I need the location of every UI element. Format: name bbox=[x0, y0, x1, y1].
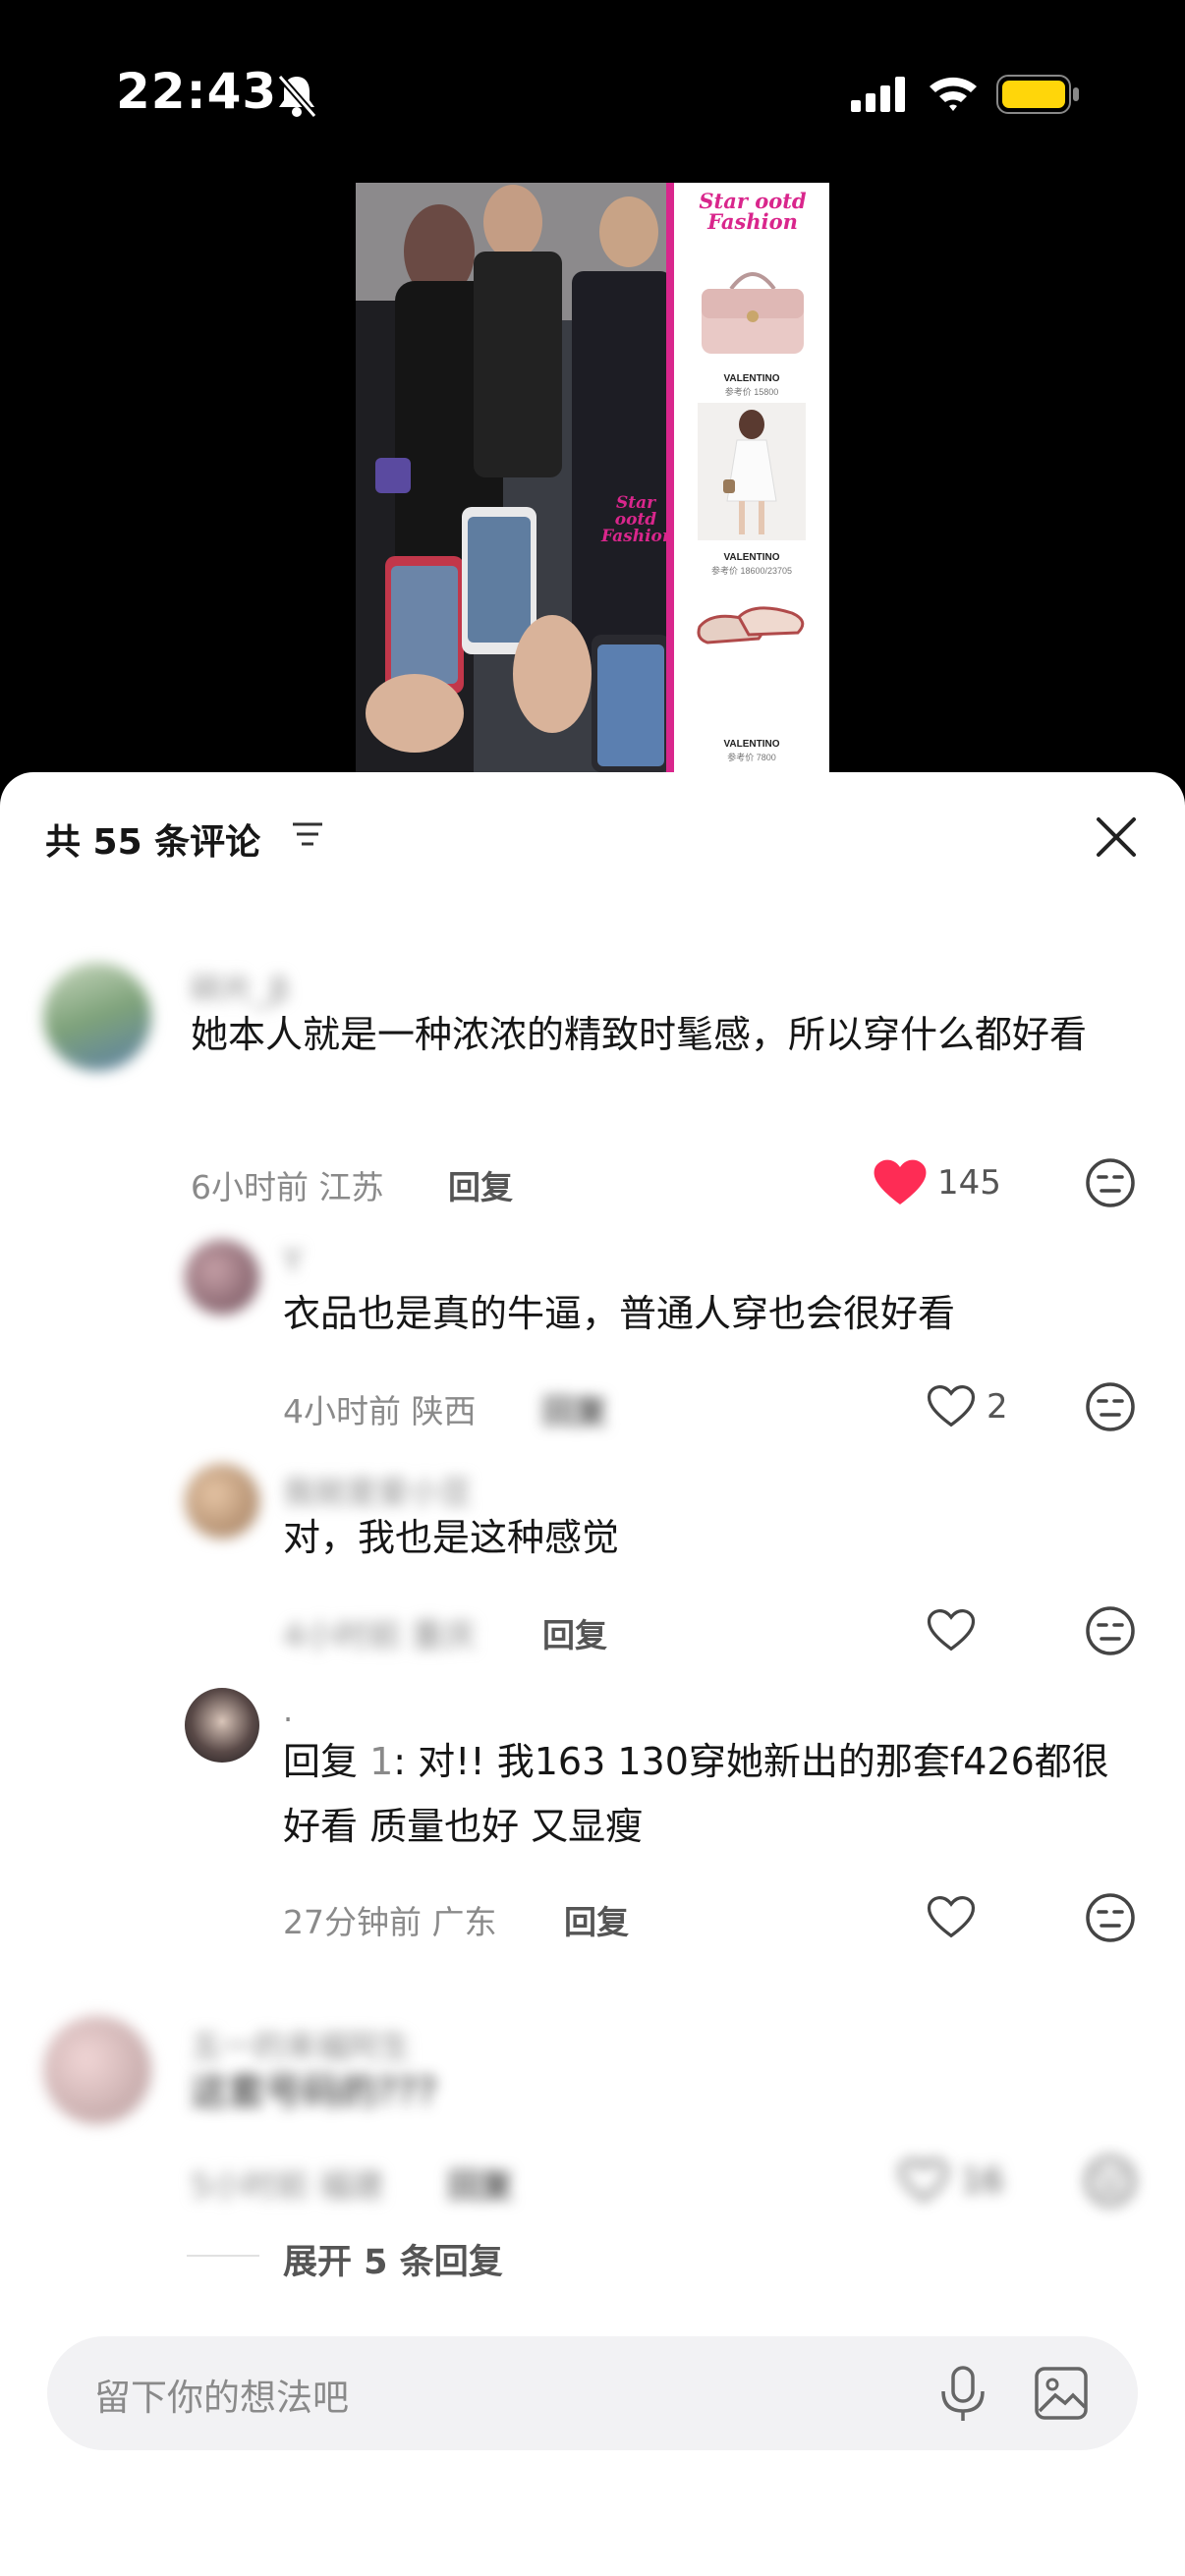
comments-count-title: 共 55 条评论 bbox=[45, 822, 261, 863]
close-icon[interactable] bbox=[1091, 812, 1142, 863]
brand-watermark-photo: Star ootd Fashion bbox=[601, 493, 675, 546]
product-label: VALENTINO bbox=[723, 552, 780, 563]
comment-time: 6小时前 江苏 bbox=[191, 1161, 384, 1208]
product-label: VALENTINO bbox=[723, 373, 780, 384]
comment-time-value: 4小时前 bbox=[283, 1392, 401, 1430]
reply-prefix: 回复 bbox=[283, 1740, 359, 1783]
expand-replies-button[interactable]: 展开 5 条回复 bbox=[283, 2234, 503, 2284]
comment-text[interactable]: 她本人就是一种浓浓的精致时髦感，所以穿什么都好看 bbox=[191, 1002, 1144, 1067]
reply-body: : 对!! 我163 130穿她新出的那套f426都很好看 质量也好 又显瘦 bbox=[283, 1740, 1109, 1848]
heart-outline-icon[interactable] bbox=[926, 1894, 977, 1939]
video-player[interactable]: Star ootd Fashion Star ootd Fashion VALE… bbox=[356, 183, 829, 772]
product-price: 参考价 7800 bbox=[727, 753, 776, 762]
brand-line-2: Fashion bbox=[601, 527, 675, 546]
reply-target-name[interactable]: 1 bbox=[369, 1740, 393, 1783]
like-count: 145 bbox=[937, 1163, 1001, 1203]
dislike-face-icon[interactable] bbox=[1085, 1381, 1136, 1432]
handbag-image bbox=[702, 272, 804, 354]
battery-icon bbox=[996, 75, 1079, 114]
dress-model-image bbox=[698, 403, 806, 540]
brand-watermark-panel: Star ootd Fashion bbox=[684, 191, 821, 232]
panel-divider bbox=[666, 183, 674, 772]
comment-time: 27分钟前 广东 bbox=[283, 1896, 497, 1943]
dislike-face-icon[interactable] bbox=[1085, 1605, 1136, 1656]
like-count: 16 bbox=[961, 2161, 1004, 2201]
reply-button[interactable]: 回复 bbox=[448, 2159, 513, 2207]
dislike-face-icon[interactable] bbox=[1085, 2156, 1136, 2207]
bell-off-icon bbox=[277, 74, 317, 118]
avatar[interactable] bbox=[43, 963, 151, 1071]
comment-time-value: 27分钟前 bbox=[283, 1903, 422, 1941]
reply-button[interactable]: 回复 bbox=[542, 1385, 607, 1432]
shoes-image bbox=[697, 606, 805, 644]
comment-location: 江苏 bbox=[318, 1168, 384, 1206]
brand-line-1: Star ootd bbox=[614, 493, 657, 530]
reply-button[interactable]: 回复 bbox=[564, 1896, 629, 1943]
comment-text[interactable]: 回复 1: 对!! 我163 130穿她新出的那套f426都很好看 质量也好 又… bbox=[283, 1729, 1128, 1859]
comment-input-placeholder: 留下你的想法吧 bbox=[94, 2377, 349, 2419]
product-price: 参考价 15800 bbox=[724, 387, 779, 397]
comment-time-value: 4小时前 bbox=[283, 1616, 401, 1654]
comment-time-value: 5小时前 bbox=[191, 2166, 309, 2205]
avatar[interactable] bbox=[43, 2016, 151, 2124]
heart-filled-icon[interactable] bbox=[873, 1157, 928, 1206]
cellular-signal-icon bbox=[851, 77, 905, 112]
heart-outline-icon[interactable] bbox=[926, 1383, 977, 1428]
comment-location: 福建 bbox=[318, 2166, 384, 2205]
comment-location: 陕西 bbox=[411, 1392, 477, 1430]
comment-location: 广东 bbox=[431, 1903, 497, 1941]
reply-button[interactable]: 回复 bbox=[542, 1609, 607, 1656]
avatar[interactable] bbox=[185, 1688, 259, 1763]
comment-location: 重庆 bbox=[411, 1616, 477, 1654]
avatar[interactable] bbox=[185, 1240, 259, 1315]
product-label: VALENTINO bbox=[723, 739, 780, 750]
comment-time: 4小时前 重庆 bbox=[283, 1609, 477, 1656]
microphone-icon[interactable] bbox=[937, 2364, 988, 2425]
comment-time: 5小时前 福建 bbox=[191, 2159, 384, 2207]
status-bar: 22:43 bbox=[0, 0, 1185, 187]
comment-text[interactable]: 衣品也是真的牛逼，普通人穿也会很好看 bbox=[283, 1281, 1108, 1346]
heart-outline-icon[interactable] bbox=[898, 2157, 949, 2203]
comment-input[interactable]: 留下你的想法吧 bbox=[47, 2336, 1138, 2450]
comment-author[interactable]: . bbox=[283, 1692, 293, 1729]
heart-outline-icon[interactable] bbox=[926, 1607, 977, 1652]
image-picker-icon[interactable] bbox=[1034, 2366, 1089, 2421]
avatar[interactable] bbox=[185, 1464, 259, 1539]
expand-divider bbox=[187, 2255, 259, 2257]
filter-icon[interactable] bbox=[291, 820, 324, 848]
comment-time: 4小时前 陕西 bbox=[283, 1385, 477, 1432]
brand-line-1: Star ootd bbox=[699, 189, 807, 213]
dislike-face-icon[interactable] bbox=[1085, 1892, 1136, 1943]
wifi-icon bbox=[930, 77, 977, 111]
comment-author[interactable]: Y bbox=[283, 1242, 303, 1279]
dislike-face-icon[interactable] bbox=[1085, 1157, 1136, 1208]
status-time: 22:43 bbox=[116, 63, 278, 120]
video-photo-scene bbox=[356, 183, 672, 772]
comment-text[interactable]: 对，我也是这种感觉 bbox=[283, 1505, 1108, 1570]
comments-sheet: 共 55 条评论 碎片_β 她本人就是一种浓浓的精致时髦感，所以穿什么都好看 6… bbox=[0, 772, 1185, 2576]
product-price: 参考价 18600/23705 bbox=[710, 566, 793, 576]
comment-text[interactable]: 这套号码的??? bbox=[191, 2059, 1075, 2124]
product-panel: Star ootd Fashion VALENTINO 参考价 15800 VA… bbox=[674, 183, 829, 772]
brand-line-2: Fashion bbox=[707, 209, 798, 234]
like-count: 2 bbox=[987, 1387, 1008, 1427]
comment-time-value: 6小时前 bbox=[191, 1168, 309, 1206]
reply-button[interactable]: 回复 bbox=[448, 1161, 513, 1208]
